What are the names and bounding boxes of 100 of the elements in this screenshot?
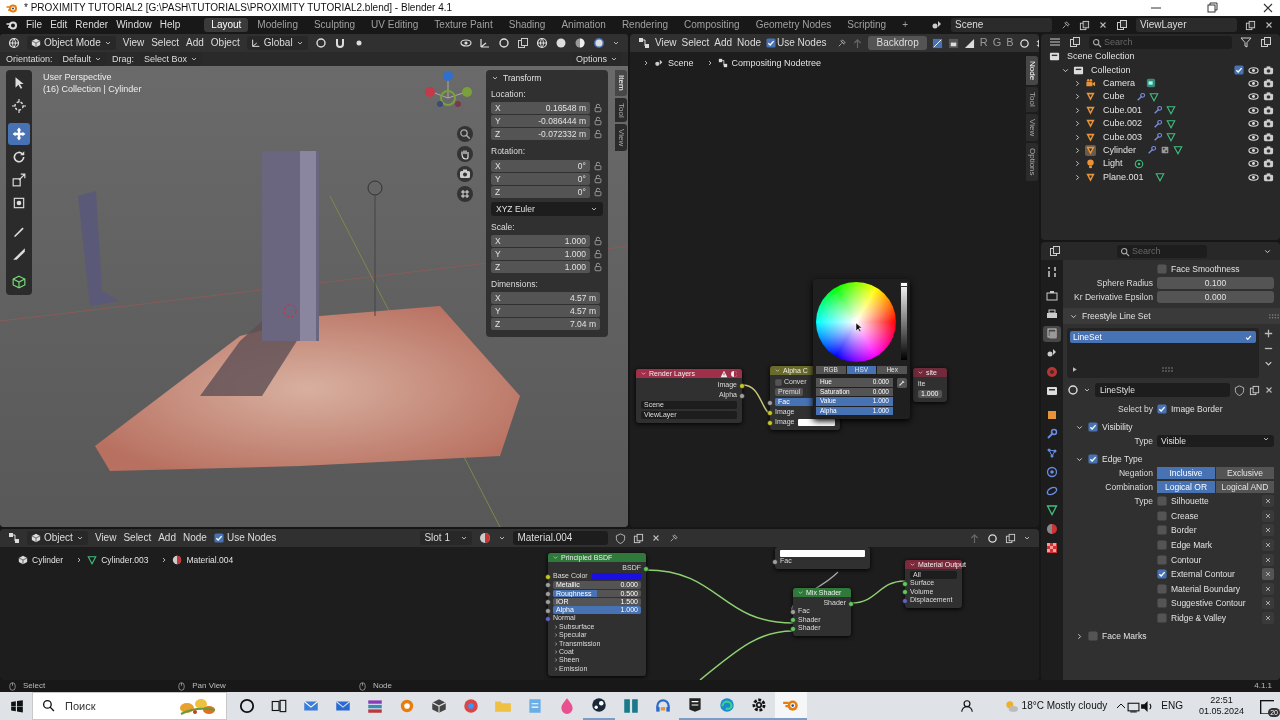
workspace-tab[interactable]: Compositing xyxy=(677,18,747,32)
subsection-title[interactable]: Visibility xyxy=(1102,421,1133,433)
view-layer-field[interactable]: ViewLayer xyxy=(1136,18,1237,32)
menu-item[interactable]: Help xyxy=(159,19,181,31)
menu-item[interactable]: Object xyxy=(210,37,240,49)
menu-item[interactable]: Edit xyxy=(50,19,68,31)
checkbox-label: Ridge & Valley xyxy=(1171,612,1228,624)
checkbox-label: Border xyxy=(1171,525,1198,536)
datablock-field[interactable]: LineStyle xyxy=(1095,383,1230,397)
sidebar-tab[interactable]: Tool xyxy=(615,97,627,123)
breadcrumb-item[interactable]: Material.004 xyxy=(186,555,234,566)
toggle-button[interactable]: Exclusive xyxy=(1216,467,1274,479)
number-field[interactable]: X 0° xyxy=(491,159,590,172)
menu-item[interactable]: Select xyxy=(681,37,710,49)
mode-dropdown[interactable]: Object Mode xyxy=(27,36,116,50)
workspace-tab[interactable]: Rendering xyxy=(614,18,676,32)
tree-item-label[interactable]: Cube.003 xyxy=(1103,131,1143,143)
workspace-tab[interactable]: Geometry Nodes xyxy=(748,18,839,32)
workspace-tab[interactable]: Scripting xyxy=(840,18,894,32)
menu-item[interactable]: View xyxy=(94,532,117,544)
type-dropdown[interactable]: Visible xyxy=(1157,435,1274,447)
slot-dropdown[interactable]: Slot 1 xyxy=(420,531,473,545)
number-field[interactable]: X 1.000 xyxy=(491,234,590,247)
material-field[interactable]: Material.004 xyxy=(513,531,609,545)
tree-item-label[interactable]: Light xyxy=(1103,158,1123,170)
language-indicator[interactable]: ENG xyxy=(1161,700,1183,712)
tree-item-label[interactable]: Plane.001 xyxy=(1103,171,1144,183)
tree-item-label[interactable]: Cube.001 xyxy=(1103,104,1143,116)
channel-button[interactable]: B xyxy=(1006,36,1014,50)
number-field[interactable]: Z -0.072332 m xyxy=(491,128,590,141)
property-label: Type xyxy=(1133,496,1153,507)
channel-button[interactable]: G xyxy=(992,36,1002,50)
menu-item[interactable]: Node xyxy=(737,37,761,49)
sidebar-tab[interactable]: Node xyxy=(1026,56,1038,86)
menu-item[interactable]: Select xyxy=(151,37,179,49)
backdrop-button[interactable]: Backdrop xyxy=(868,36,927,50)
number-field[interactable]: 0.100 xyxy=(1157,277,1274,289)
workspace-tab[interactable]: Sculpting xyxy=(306,18,363,32)
channel-button[interactable]: R xyxy=(979,36,988,50)
orientation-dropdown[interactable]: Global xyxy=(246,36,308,50)
tree-item-label[interactable]: Camera xyxy=(1103,78,1135,89)
tree-item-label[interactable]: Scene Collection xyxy=(1067,51,1135,63)
subsection-title[interactable]: Face Marks xyxy=(1102,631,1147,642)
menu-item[interactable]: Add xyxy=(186,37,204,49)
workspace-tab[interactable]: Modeling xyxy=(250,18,305,32)
sidebar-tab[interactable]: Options xyxy=(1026,143,1038,181)
subsection-title[interactable]: Edge Type xyxy=(1102,453,1143,465)
property-label: Combination xyxy=(1104,481,1153,493)
toggle-button[interactable]: Logical AND xyxy=(1216,481,1274,493)
group-label: Scale: xyxy=(491,221,516,232)
breadcrumb-item[interactable]: Cylinder.003 xyxy=(101,555,149,566)
rotation-mode-dropdown[interactable]: XYZ Euler xyxy=(491,201,603,216)
workspace-tab[interactable]: Animation xyxy=(554,18,613,32)
workspace-tab[interactable]: Texture Paint xyxy=(427,18,500,32)
list-item[interactable]: LineSet xyxy=(1070,331,1256,343)
weather-text[interactable]: 18°C Mostly cloudy xyxy=(1021,700,1108,712)
tree-item-label[interactable]: Cylinder xyxy=(1103,145,1136,156)
clock[interactable]: 22:51 01.05.2024 xyxy=(1198,695,1244,717)
number-field[interactable]: Y -0.086444 m xyxy=(491,115,590,128)
checkbox-label: Material Boundary xyxy=(1171,583,1241,594)
workspace-tab[interactable]: Shading xyxy=(501,18,553,32)
search-field[interactable]: Search xyxy=(1117,244,1207,258)
number-field[interactable]: X 4.57 m xyxy=(491,291,600,304)
number-field[interactable]: Y 4.57 m xyxy=(491,304,600,317)
tree-item-label[interactable]: Collection xyxy=(1091,64,1131,76)
object-dropdown[interactable]: Object xyxy=(27,531,88,545)
menu-item[interactable]: Window xyxy=(116,19,152,31)
number-field[interactable]: 0.000 xyxy=(1157,291,1274,303)
menu-item[interactable]: Render xyxy=(75,19,109,31)
menu-item[interactable]: Node xyxy=(183,532,207,544)
menu-item[interactable]: View xyxy=(122,37,145,49)
workspace-tab[interactable]: Layout xyxy=(204,18,249,32)
toggle-button[interactable]: Logical OR xyxy=(1157,481,1215,493)
checkbox-label: Use Nodes xyxy=(777,37,827,49)
number-field[interactable]: Z 7.04 m xyxy=(491,317,600,330)
toggle-button[interactable]: Inclusive xyxy=(1157,467,1215,479)
sidebar-tab[interactable]: Tool xyxy=(1026,87,1038,112)
number-field[interactable]: X 0.16548 m xyxy=(491,102,590,115)
tree-item-label[interactable]: Cube xyxy=(1103,91,1125,103)
number-field[interactable]: Z 1.000 xyxy=(491,260,590,273)
checkbox-label: Use Nodes xyxy=(226,532,277,544)
sidebar-tab[interactable]: View xyxy=(1026,113,1038,141)
menu-item[interactable]: Select xyxy=(123,532,152,544)
number-field[interactable]: Y 0° xyxy=(491,172,590,185)
add-workspace-button[interactable]: + xyxy=(895,18,915,32)
breadcrumb-item[interactable]: Scene xyxy=(668,58,694,69)
search-field[interactable]: Search xyxy=(1089,35,1232,49)
tree-item-label[interactable]: Cube.002 xyxy=(1103,118,1143,130)
menu-item[interactable]: Add xyxy=(158,532,176,544)
sidebar-tab[interactable]: View xyxy=(615,124,627,152)
menu-item[interactable]: File xyxy=(26,19,43,31)
workspace-tab[interactable]: UV Editing xyxy=(364,18,426,32)
menu-item[interactable]: Add xyxy=(714,37,733,49)
scene-field[interactable]: Scene xyxy=(951,18,1052,32)
number-field[interactable]: Z 0° xyxy=(491,185,590,198)
number-field[interactable]: Y 1.000 xyxy=(491,247,590,260)
breadcrumb-item[interactable]: Compositing Nodetree xyxy=(731,58,822,69)
sidebar-tab[interactable]: Item xyxy=(615,70,627,96)
menu-item[interactable]: View xyxy=(655,37,677,49)
breadcrumb-item[interactable]: Cylinder xyxy=(32,555,64,566)
